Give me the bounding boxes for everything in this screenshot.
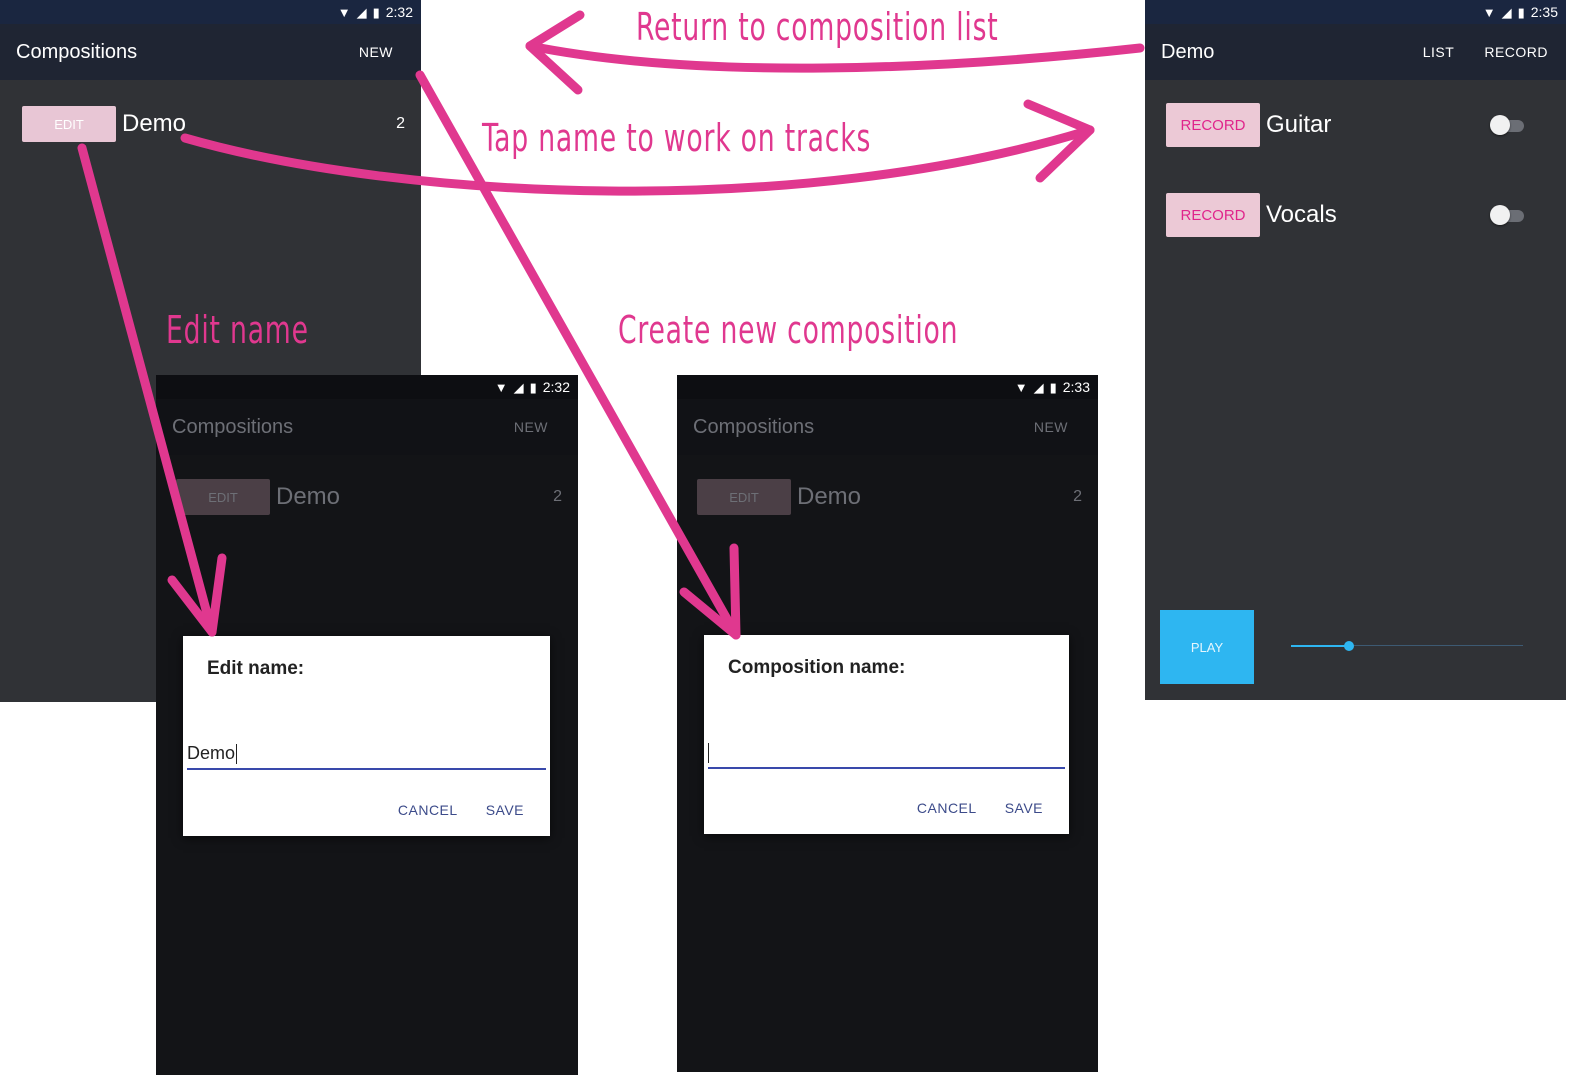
track-toggle[interactable] — [1490, 205, 1526, 225]
record-track-button[interactable]: RECORD — [1166, 193, 1260, 237]
composition-name: Demo — [797, 483, 862, 510]
app-bar: Demo LIST RECORD — [1145, 24, 1566, 80]
page-title: Demo — [1161, 40, 1215, 63]
status-bar: ▼ ◢ ▮ 2:32 — [156, 375, 578, 399]
signal-icon: ◢ — [1501, 4, 1512, 20]
track-count: 2 — [396, 115, 405, 132]
slider-fill — [1291, 645, 1349, 647]
edit-button: EDIT — [176, 479, 270, 515]
edit-name-screen: ▼ ◢ ▮ 2:32 Compositions NEW EDIT Demo 2 … — [156, 375, 578, 1075]
dialog-actions: CANCEL SAVE — [917, 800, 1043, 816]
battery-icon: ▮ — [1049, 379, 1057, 395]
dialog-title: Composition name: — [728, 657, 906, 678]
toggle-thumb — [1490, 205, 1510, 225]
track-count: 2 — [553, 488, 562, 505]
edit-name-dialog: Edit name: Demo CANCEL SAVE — [183, 636, 550, 836]
edit-button[interactable]: EDIT — [22, 106, 116, 142]
status-time: 2:32 — [542, 379, 570, 395]
name-input[interactable]: Demo — [187, 740, 546, 770]
play-button[interactable]: PLAY — [1160, 610, 1254, 684]
cancel-button[interactable]: CANCEL — [398, 802, 458, 818]
text-caret — [236, 744, 238, 764]
annotation-edit-name: Edit name — [166, 308, 309, 352]
composition-name: Demo — [276, 483, 341, 510]
status-bar: ▼ ◢ ▮ 2:35 — [1145, 0, 1566, 24]
signal-icon: ◢ — [513, 379, 524, 395]
page-title: Compositions — [16, 40, 138, 63]
battery-icon: ▮ — [529, 379, 537, 395]
wifi-icon: ▼ — [1482, 4, 1496, 20]
app-bar: Compositions NEW — [0, 24, 421, 80]
signal-icon: ◢ — [356, 4, 367, 20]
name-input[interactable] — [708, 739, 1065, 769]
dialog-title: Edit name: — [207, 658, 305, 679]
save-button[interactable]: SAVE — [486, 802, 524, 818]
wifi-icon: ▼ — [1014, 379, 1028, 395]
slider-thumb[interactable] — [1344, 641, 1354, 651]
status-bar: ▼ ◢ ▮ 2:32 — [0, 0, 421, 24]
track-name: Guitar — [1266, 111, 1332, 138]
save-button[interactable]: SAVE — [1005, 800, 1043, 816]
annotation-return: Return to composition list — [636, 5, 999, 49]
composition-name[interactable]: Demo — [122, 110, 396, 138]
cancel-button[interactable]: CANCEL — [917, 800, 977, 816]
name-input-value: Demo — [187, 743, 236, 763]
signal-icon: ◢ — [1033, 379, 1044, 395]
list-item: EDIT Demo 2 — [156, 475, 578, 519]
composition-name-dialog: Composition name: CANCEL SAVE — [704, 635, 1069, 834]
list-item[interactable]: EDIT Demo 2 — [0, 102, 421, 146]
record-track-button[interactable]: RECORD — [1166, 103, 1260, 147]
toggle-thumb — [1490, 115, 1510, 135]
track-count: 2 — [1073, 488, 1082, 505]
battery-icon: ▮ — [1517, 4, 1525, 20]
page-title: Compositions — [172, 415, 294, 438]
track-name: Vocals — [1266, 201, 1337, 228]
page-title: Compositions — [693, 415, 815, 438]
arrowhead-tap-name — [1023, 99, 1095, 183]
list-item: EDIT Demo 2 — [677, 475, 1098, 519]
status-bar: ▼ ◢ ▮ 2:33 — [677, 375, 1098, 399]
new-composition-screen: ▼ ◢ ▮ 2:33 Compositions NEW EDIT Demo 2 … — [677, 375, 1098, 1072]
new-button: NEW — [513, 419, 548, 435]
text-caret — [708, 743, 709, 763]
battery-icon: ▮ — [372, 4, 380, 20]
status-time: 2:32 — [385, 4, 413, 20]
status-time: 2:35 — [1530, 4, 1558, 20]
new-button: NEW — [1033, 419, 1068, 435]
track-row-vocals: RECORD Vocals — [1145, 193, 1566, 237]
track-row-guitar: RECORD Guitar — [1145, 103, 1566, 147]
arrowhead-return-to-list — [525, 10, 585, 95]
annotation-tap-name: Tap name to work on tracks — [482, 116, 872, 160]
annotation-create-new: Create new composition — [618, 308, 959, 352]
app-bar: Compositions NEW — [156, 399, 578, 455]
app-bar: Compositions NEW — [677, 399, 1098, 455]
tracks-screen: ▼ ◢ ▮ 2:35 Demo LIST RECORD RECORD Guita… — [1145, 0, 1566, 700]
record-button[interactable]: RECORD — [1484, 44, 1548, 60]
arrow-return-to-list — [525, 41, 1145, 73]
track-toggle[interactable] — [1490, 115, 1526, 135]
list-button[interactable]: LIST — [1423, 44, 1455, 60]
edit-button: EDIT — [697, 479, 791, 515]
wifi-icon: ▼ — [337, 4, 351, 20]
seek-slider[interactable] — [1291, 638, 1523, 654]
new-button[interactable]: NEW — [359, 44, 393, 60]
status-time: 2:33 — [1062, 379, 1090, 395]
dialog-actions: CANCEL SAVE — [398, 802, 524, 818]
wifi-icon: ▼ — [494, 379, 508, 395]
